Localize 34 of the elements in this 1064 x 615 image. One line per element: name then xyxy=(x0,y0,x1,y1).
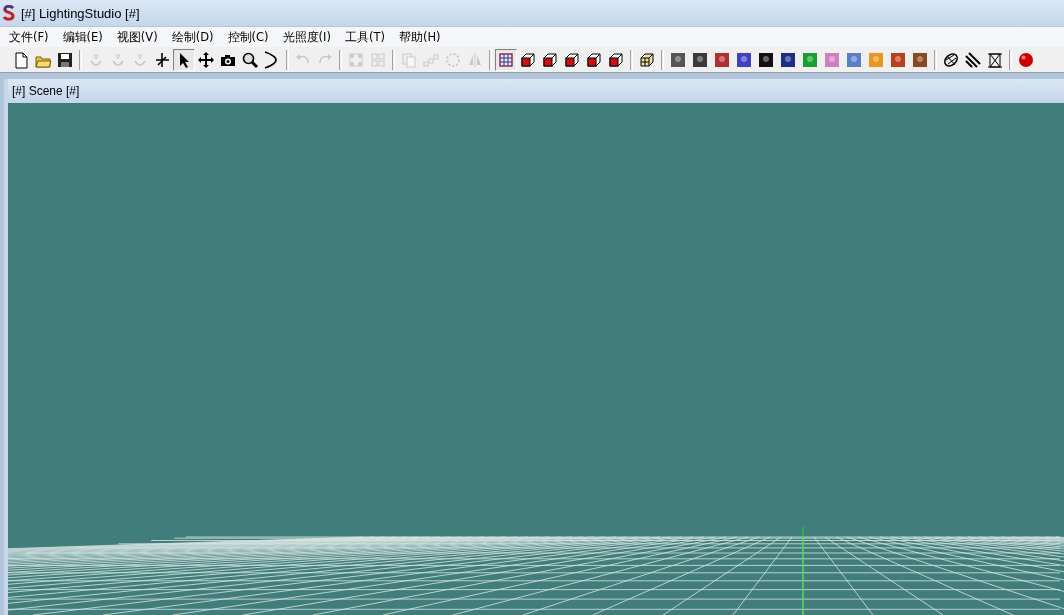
save-icon xyxy=(56,50,74,69)
menu-item[interactable]: 控制(C) xyxy=(220,29,276,45)
menu-item[interactable]: 光照度(I) xyxy=(275,29,338,45)
menu-item[interactable]: 视图(V) xyxy=(109,29,165,45)
toolbar-button[interactable] xyxy=(495,48,517,71)
toolbar-button[interactable] xyxy=(173,48,195,71)
menu-item[interactable]: 绘制(D) xyxy=(164,29,221,45)
ball-icon xyxy=(1017,50,1035,69)
stripes-icon xyxy=(964,50,982,69)
menu-item[interactable]: 工具(T) xyxy=(337,29,392,45)
menu-item[interactable]: 文件(F) xyxy=(2,29,56,45)
grid-icon xyxy=(497,50,515,69)
cube-icon xyxy=(519,50,537,69)
cube-icon xyxy=(607,50,625,69)
group-icon xyxy=(347,50,365,69)
frame-icon xyxy=(986,50,1004,69)
cube-icon xyxy=(541,50,559,69)
scene-title: [#] Scene [#] xyxy=(12,84,80,98)
menu-item[interactable]: 编辑(E) xyxy=(55,29,110,45)
mirror-icon xyxy=(466,50,484,69)
box-icon xyxy=(638,50,656,69)
document-icon xyxy=(12,50,30,69)
window-title: [#] LightingStudio [#] xyxy=(21,5,140,21)
copy-icon xyxy=(400,50,418,69)
ungroup-icon xyxy=(369,50,387,69)
axes-icon xyxy=(153,50,171,69)
move-icon xyxy=(197,50,215,69)
cube-icon xyxy=(585,50,603,69)
menu-item[interactable]: 帮助(H) xyxy=(391,29,448,45)
circle-array-icon xyxy=(444,50,462,69)
lattice-icon xyxy=(942,50,960,69)
search-icon xyxy=(241,50,259,69)
app-logo-icon xyxy=(2,5,16,21)
cube-icon xyxy=(563,50,581,69)
